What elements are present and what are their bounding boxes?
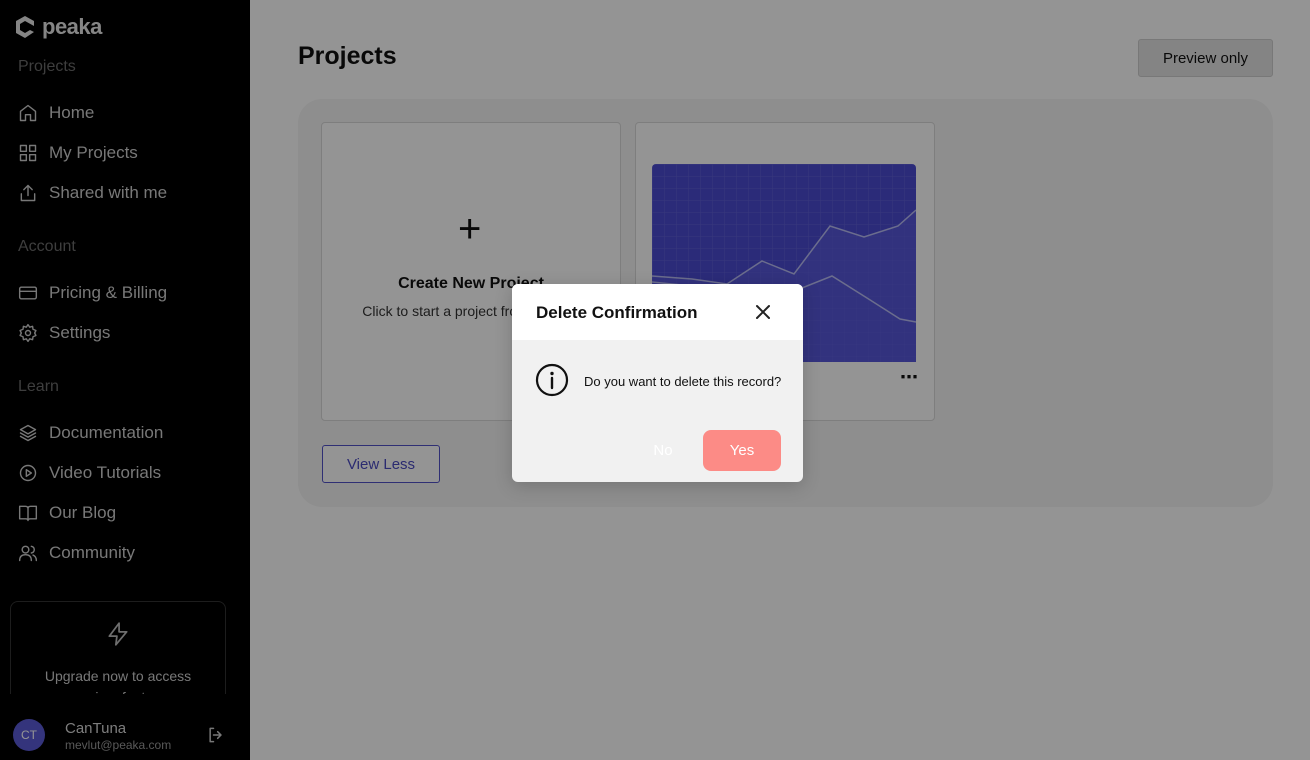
- dialog-message: Do you want to delete this record?: [584, 374, 782, 389]
- delete-confirmation-dialog: Delete Confirmation Do you want to delet…: [512, 284, 803, 482]
- close-icon[interactable]: [754, 303, 772, 321]
- no-button[interactable]: No: [648, 430, 678, 470]
- dialog-title: Delete Confirmation: [536, 303, 698, 322]
- dialog-header: Delete Confirmation: [512, 284, 803, 340]
- info-icon: [535, 363, 569, 397]
- yes-button[interactable]: Yes: [703, 430, 781, 471]
